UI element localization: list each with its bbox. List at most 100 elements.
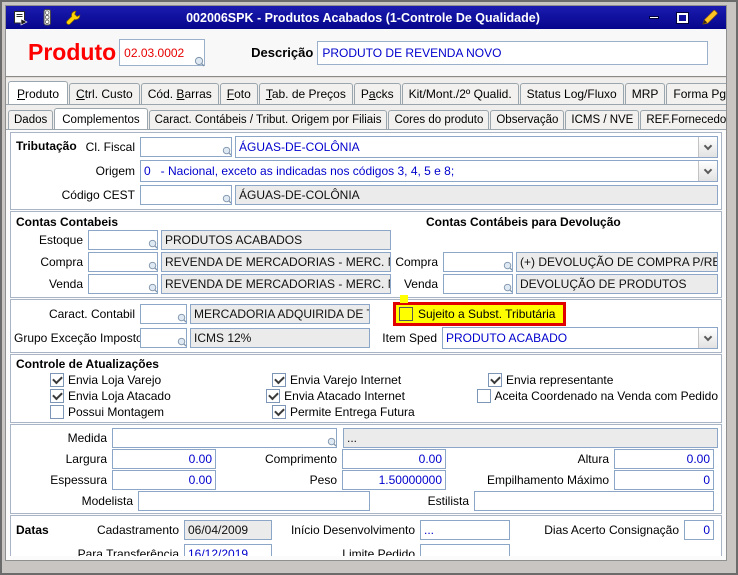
origem-dropdown[interactable]: 0 - Nacional, exceto as indicadas nos có… [140,160,718,182]
tab-cod-barras[interactable]: Cód. Barras [141,83,219,104]
tab-icms-nve[interactable]: ICMS / NVE [565,110,639,129]
origem-label: Origem [14,164,140,178]
modelista-field[interactable] [138,491,370,511]
comprimento-field[interactable]: 0.00 [342,449,446,469]
minimize-button[interactable] [644,10,664,25]
compra-label: Compra [14,255,88,269]
tab-complementos[interactable]: Complementos [54,108,147,130]
espessura-field[interactable]: 0.00 [112,470,216,490]
checkbox-permite-entrega-futura[interactable]: Permite Entrega Futura [272,405,488,419]
tab-observacao[interactable]: Observação [490,110,564,129]
devolucao-venda-code-field[interactable]: 3150102 [443,274,513,294]
tab-forma-pgto[interactable]: Forma Pgto. [666,83,726,104]
tab-ctrl-custo[interactable]: Ctrl. Custo [69,83,140,104]
para-transferencia-field[interactable]: 16/12/2019 [184,544,272,556]
dias-acerto-consignacao-label: Dias Acerto Consignação [510,523,684,537]
lookup-magnifier-icon[interactable] [503,280,513,294]
devolucao-venda-desc-field: DEVOLUÇÃO DE PRODUTOS [516,274,718,294]
devolucao-venda-label: Venda [391,277,443,291]
checkbox-envia-atacado-internet[interactable]: Envia Atacado Internet [266,389,476,403]
tab-packs[interactable]: Packs [354,83,401,104]
product-code-value: 02.03.0002 [124,46,184,60]
edit-pencil-icon[interactable] [700,10,720,25]
comprimento-label: Comprimento [216,452,342,466]
chevron-down-icon[interactable] [698,328,717,348]
checkbox-envia-representante[interactable]: Envia representante [488,373,613,387]
group-contas-contabeis: Contas Contabeis Contas Contábeis para D… [10,211,722,298]
subst-tributaria-checkbox[interactable] [399,307,413,321]
tab-dados[interactable]: Dados [8,110,53,129]
codigo-cest-field[interactable]: 2000800 [140,185,232,205]
compra-code-field[interactable]: 3100101 [88,252,158,272]
venda-code-field[interactable]: 3100101 [88,274,158,294]
lookup-magnifier-icon[interactable] [148,236,158,250]
codigo-cest-label: Código CEST [14,188,140,202]
traffic-light-icon[interactable] [38,9,56,26]
tab-kit-mont-2-qualid[interactable]: Kit/Mont./2º Qualid. [402,83,519,104]
lookup-magnifier-icon[interactable] [503,258,513,272]
tab-ref-fornecedor[interactable]: REF.Fornecedor [640,110,726,129]
devolucao-compra-code-field[interactable]: 3300701 [443,252,513,272]
altura-field[interactable]: 0.00 [614,449,714,469]
lookup-magnifier-icon[interactable] [327,434,337,448]
maximize-button[interactable] [672,10,692,25]
inicio-desenvolvimento-label: Início Desenvolvimento [272,523,420,537]
checkbox-envia-varejo-internet[interactable]: Envia Varejo Internet [272,373,488,387]
estoque-desc-field: PRODUTOS ACABADOS [161,230,391,250]
dias-acerto-consignacao-field[interactable]: 0 [684,520,714,540]
lookup-magnifier-icon[interactable] [148,258,158,272]
checkbox-envia-loja-varejo[interactable]: Envia Loja Varejo [50,373,272,387]
record-header: Produto 02.03.0002 Descrição PRODUTO DE … [6,29,726,78]
group-controle-atualizacoes: Controle de Atualizações Envia Loja Vare… [10,354,722,423]
lookup-magnifier-icon[interactable] [222,143,232,157]
product-title-label: Produto [28,39,116,66]
devolucao-compra-desc-field: (+) DEVOLUÇÃO DE COMPRA P/REVEND [516,252,718,272]
window-title: 002006SPK - Produtos Acabados (1-Control… [90,11,636,25]
tab-status-log-fluxo[interactable]: Status Log/Fluxo [520,83,624,104]
exit-form-icon[interactable] [12,9,30,26]
largura-field[interactable]: 0.00 [112,449,216,469]
lookup-magnifier-icon[interactable] [148,280,158,294]
estoque-code-field[interactable]: 1140101 [88,230,158,250]
tab-foto[interactable]: Foto [220,83,258,104]
lookup-magnifier-icon[interactable] [177,334,187,348]
caract-contabil-code-field[interactable]: 11 [140,304,187,324]
checkbox-envia-loja-atacado[interactable]: Envia Loja Atacado [50,389,266,403]
grupo-excecao-code-field[interactable]: 30 [140,328,187,348]
tab-produto[interactable]: Produto [8,81,68,105]
app-window: 002006SPK - Produtos Acabados (1-Control… [0,0,738,575]
medida-field[interactable]: ... [112,428,337,448]
description-field[interactable]: PRODUTO DE REVENDA NOVO [317,41,708,65]
estoque-label: Estoque [14,233,88,247]
limite-pedido-field[interactable]: ... [420,544,510,556]
cadastramento-field: 06/04/2009 [184,520,272,540]
product-code-field[interactable]: 02.03.0002 [119,39,205,66]
cl-fiscal-code-field[interactable]: 3303.00.20 [140,137,232,157]
chevron-down-icon[interactable] [698,161,717,181]
estilista-field[interactable] [474,491,714,511]
venda-label: Venda [14,277,88,291]
secondary-tab-bar: Dados Complementos Caract. Contábeis / T… [6,105,726,130]
peso-field[interactable]: 1.50000000 [342,470,446,490]
tab-caract-contabeis-tribut[interactable]: Caract. Contábeis / Tribut. Origem por F… [149,110,388,129]
lookup-magnifier-icon[interactable] [194,56,205,70]
tab-cores-do-produto[interactable]: Cores do produto [388,110,489,129]
subst-tributaria-label: Sujeito a Subst. Tributária [418,307,555,321]
tab-tab-de-precos[interactable]: Tab. de Preços [259,83,353,104]
checkbox-aceita-coordenado[interactable]: Aceita Coordenado na Venda com Pedido [477,389,719,403]
checkbox-possui-montagem[interactable]: Possui Montagem [50,405,272,419]
chevron-down-icon[interactable] [698,137,717,157]
lookup-magnifier-icon[interactable] [222,191,232,205]
wrench-icon[interactable] [64,9,82,26]
complementos-form: Tributação Cl. Fiscal 3303.00.20 ÁGUAS-D… [10,132,722,556]
group-medidas: Medida ... ... Largura 0.00 Comprimento … [10,424,722,514]
cl-fiscal-desc-dropdown[interactable]: ÁGUAS-DE-COLÔNIA [235,136,718,158]
group-caract-contabil: Caract. Contabil 11 MERCADORIA ADQUIRIDA… [10,299,722,353]
lookup-magnifier-icon[interactable] [177,310,187,324]
devolucao-title: Contas Contábeis para Devolução [426,215,718,229]
inicio-desenvolvimento-field[interactable]: ... [420,520,510,540]
item-sped-dropdown[interactable]: PRODUTO ACABADO [442,327,718,349]
empilhamento-maximo-field[interactable]: 0 [614,470,714,490]
grupo-excecao-label: Grupo Exceção Imposto [14,331,140,345]
tab-mrp[interactable]: MRP [625,83,666,104]
